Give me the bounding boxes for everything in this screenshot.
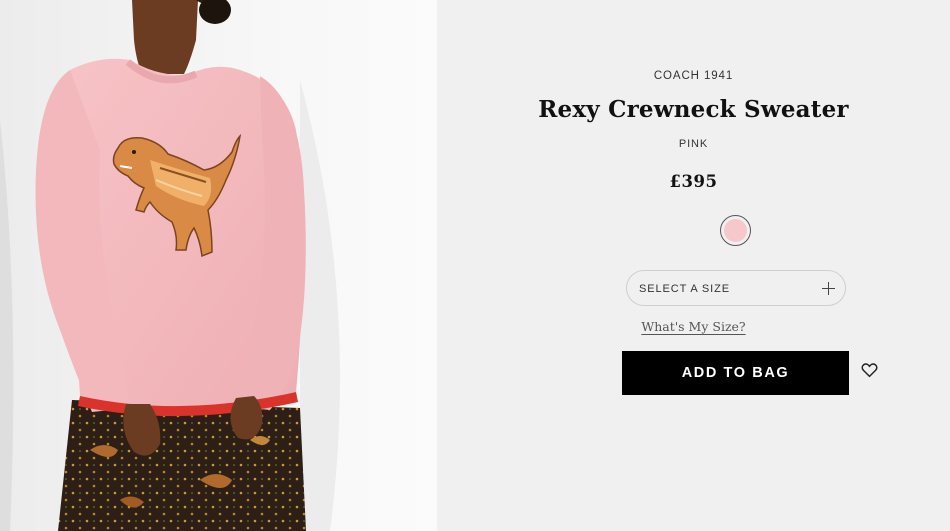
model-photo [0, 0, 437, 531]
size-guide-link[interactable]: What's My Size? [641, 319, 745, 334]
size-select-label: SELECT A SIZE [639, 283, 730, 295]
heart-icon [861, 363, 878, 378]
size-guide: What's My Size? [437, 318, 950, 336]
product-info-panel: COACH 1941 Rexy Crewneck Sweater PINK £3… [437, 0, 950, 531]
brand-label: COACH 1941 [653, 70, 734, 82]
swatch-fill [724, 219, 747, 242]
wishlist-button[interactable] [861, 362, 881, 382]
add-to-bag-button[interactable]: ADD TO BAG [622, 351, 849, 395]
color-swatch-pink[interactable] [720, 215, 751, 246]
plus-icon [822, 282, 835, 295]
product-price: £395 [669, 172, 718, 191]
product-image[interactable] [0, 0, 437, 531]
product-title: Rexy Crewneck Sweater [538, 96, 849, 123]
color-name: PINK [678, 138, 709, 150]
size-selector[interactable]: SELECT A SIZE [626, 270, 846, 306]
